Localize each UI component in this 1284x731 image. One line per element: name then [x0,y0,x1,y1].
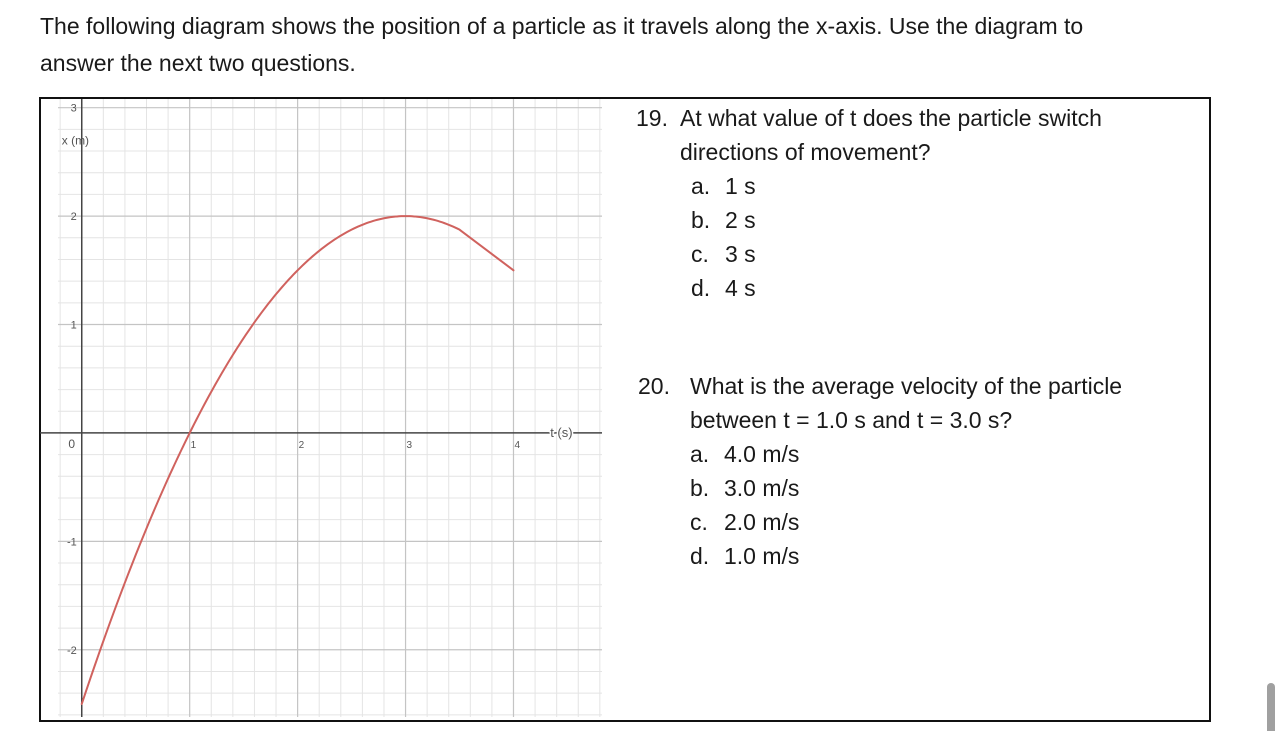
option-b: b. 2 s [691,207,756,233]
option-d: d. 4 s [691,275,756,301]
y-axis-label: x (m) [62,134,89,148]
question-stem-line-2: between t = 1.0 s and t = 3.0 s? [690,407,1013,433]
answer-options: a. 1 s b. 2 s c. 3 s d. 4 s [636,169,1102,305]
intro-text: The following diagram shows the position… [40,8,1260,82]
option-d: d. 1.0 m/s [690,543,800,569]
x-tick-label: 0 [68,437,75,451]
answer-options: a. 4.0 m/s b. 3.0 m/s c. 2.0 m/s d. 1.0 m/s [638,437,1122,573]
minor-grid [58,99,602,717]
question-stem-line-2: directions of movement? [680,139,931,165]
y-tick-label: 2 [71,211,77,223]
option-b: b. 3.0 m/s [690,475,800,501]
question-number: 19. [636,105,668,131]
x-tick-label: 3 [407,440,413,451]
axes [40,99,602,717]
intro-line-2: answer the next two questions. [40,50,356,76]
major-grid [58,99,602,717]
option-a: a. 1 s [691,173,756,199]
position-time-graph: 0 1 2 3 4 3 2 1 -1 -2 x (m) t (s) [40,99,602,717]
x-tick-label: 4 [514,440,520,451]
intro-line-1: The following diagram shows the position… [40,13,1084,39]
question-stem-line-1: At what value of t does the particle swi… [680,105,1102,131]
x-tick-label: 2 [299,440,305,451]
option-a: a. 4.0 m/s [690,441,800,467]
question-stem-line-1: What is the average velocity of the part… [690,373,1123,399]
question-number: 20. [638,373,670,399]
y-tick-label: 1 [71,320,77,332]
y-tick-label: -2 [67,645,77,657]
y-tick-label: 3 [71,103,77,115]
option-c: c. 2.0 m/s [690,509,800,535]
tick-labels: 0 1 2 3 4 3 2 1 -1 -2 [67,103,521,657]
question-19: 19. At what value of t does the particle… [636,101,1102,305]
x-tick-label: 1 [191,440,197,451]
scrollbar-thumb[interactable] [1267,683,1275,731]
option-c: c. 3 s [691,241,756,267]
x-axis-label: t (s) [550,425,572,440]
y-tick-label: -1 [67,536,77,548]
question-20: 20. What is the average velocity of the … [638,369,1122,573]
